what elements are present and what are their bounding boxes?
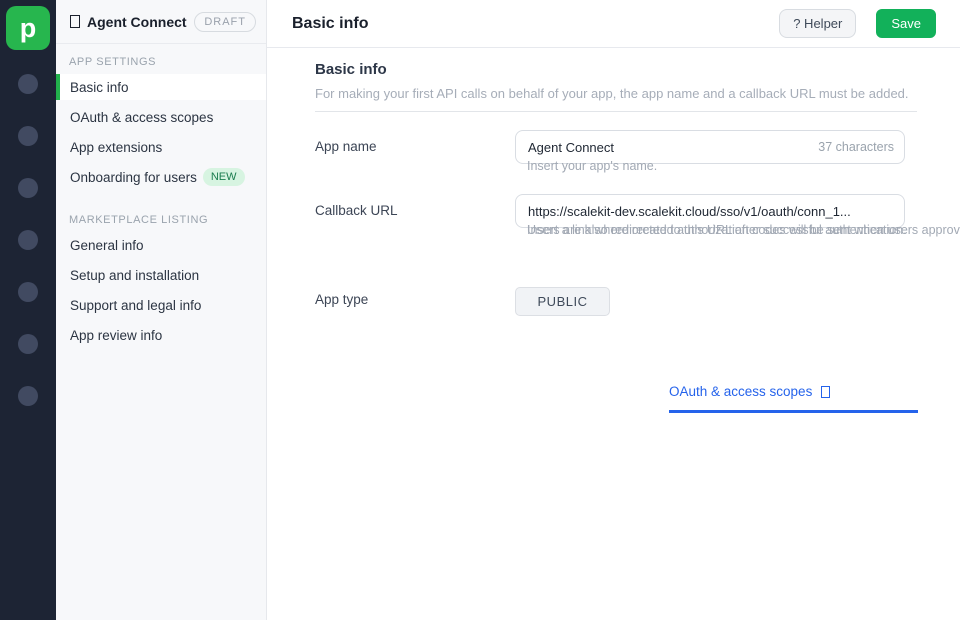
section-description: For making your first API calls on behal… — [315, 86, 909, 101]
callback-url-label: Callback URL — [315, 203, 398, 218]
sidebar-item-basic-info[interactable]: Basic info — [56, 74, 266, 100]
sidebar-item-label: OAuth & access scopes — [70, 109, 214, 125]
rail-nav-icon[interactable] — [18, 74, 38, 94]
app-type-row: App type PUBLIC — [315, 287, 917, 316]
status-badge: DRAFT — [194, 11, 256, 32]
sidebar-item-setup-and-installation[interactable]: Setup and installation — [56, 262, 266, 288]
nav-section-label-app-settings: APP SETTINGS — [69, 56, 157, 68]
nav-section-label-marketplace-listing: MARKETPLACE LISTING — [69, 214, 209, 226]
save-button[interactable]: Save — [876, 9, 936, 38]
sidebar-item-label: Support and legal info — [70, 297, 202, 313]
next-step-link-wrap: OAuth & access scopes — [669, 383, 918, 413]
rail-nav-icon[interactable] — [18, 230, 38, 250]
oauth-access-scopes-link-label: OAuth & access scopes — [669, 384, 813, 399]
callback-url-field-wrap: Users are also redirected to this URL af… — [515, 194, 960, 237]
section-title: Basic info — [315, 61, 387, 78]
app-type-badge: PUBLIC — [515, 287, 610, 316]
sidebar-item-support-and-legal-info[interactable]: Support and legal info — [56, 292, 266, 318]
app-type-field-wrap: PUBLIC — [515, 287, 905, 316]
app-glyph-placeholder-icon — [70, 15, 80, 28]
brand-logo[interactable]: p — [6, 6, 50, 50]
page-title: Basic info — [292, 14, 369, 32]
app-name-row: App name 37 characters Insert your app's… — [315, 130, 917, 173]
basic-info-form: Basic info For making your first API cal… — [267, 48, 960, 413]
sidebar-item-label: Setup and installation — [70, 267, 200, 283]
rail-nav-icon[interactable] — [18, 282, 38, 302]
callback-url-input[interactable] — [515, 194, 905, 228]
rail-nav-icon[interactable] — [18, 334, 38, 354]
sidebar-item-label: App review info — [70, 327, 163, 343]
callback-url-row: Callback URL Users are also redirected t… — [315, 194, 960, 237]
sidebar-item-oauth-access-scopes[interactable]: OAuth & access scopes — [56, 104, 266, 130]
app-sidebar: Agent Connect DRAFT APP SETTINGS Basic i… — [56, 0, 267, 620]
helper-button[interactable]: ? Helper — [779, 9, 857, 38]
app-name-label: App name — [315, 139, 377, 154]
main-header: Basic info ? Helper Save — [267, 0, 960, 48]
main-panel: Basic info ? Helper Save Basic info For … — [267, 0, 960, 620]
sidebar-item-label: Onboarding for users — [70, 169, 197, 185]
new-badge: NEW — [202, 168, 245, 186]
oauth-access-scopes-link[interactable]: OAuth & access scopes — [669, 384, 831, 399]
sidebar-header: Agent Connect DRAFT — [56, 0, 266, 44]
rail-nav-icon[interactable] — [18, 386, 38, 406]
app-name-field-wrap: 37 characters Insert your app's name. — [515, 130, 905, 173]
sidebar-item-app-extensions[interactable]: App extensions — [56, 134, 266, 160]
rail-nav-icon[interactable] — [18, 178, 38, 198]
sidebar-item-label: General info — [70, 237, 144, 253]
sidebar-item-general-info[interactable]: General info — [56, 232, 266, 258]
arrow-glyph-placeholder-icon — [821, 385, 831, 398]
sidebar-app-title: Agent Connect — [87, 13, 187, 30]
section-divider — [315, 111, 917, 112]
rail-nav-icon[interactable] — [18, 126, 38, 146]
sidebar-item-label: Basic info — [70, 79, 129, 95]
icon-rail: p — [0, 0, 56, 620]
sidebar-item-onboarding-for-users[interactable]: Onboarding for users NEW — [56, 164, 266, 190]
sidebar-item-label: App extensions — [70, 139, 163, 155]
app-type-label: App type — [315, 292, 369, 307]
sidebar-item-app-review-info[interactable]: App review info — [56, 322, 266, 348]
app-name-input[interactable] — [515, 130, 905, 164]
